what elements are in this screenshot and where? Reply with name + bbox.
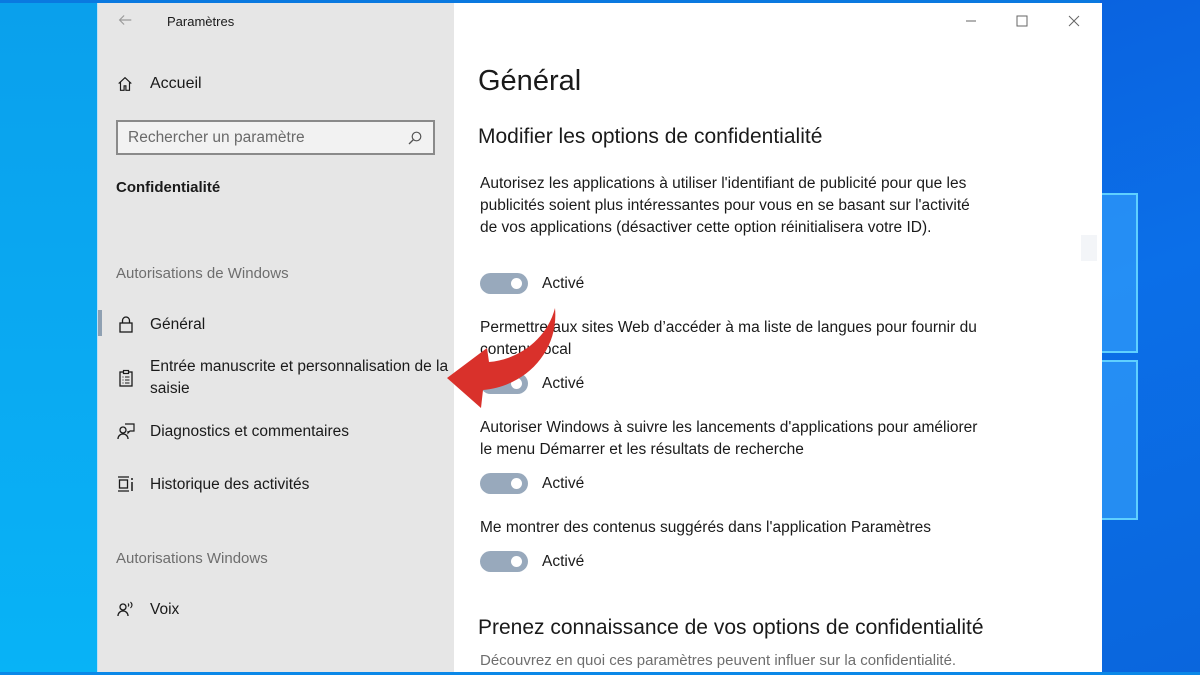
- sidebar-item-label: Général: [150, 316, 206, 333]
- windows-logo-pane: [1100, 360, 1138, 520]
- search-box[interactable]: [116, 120, 435, 155]
- toggle-state-label: Activé: [542, 552, 585, 570]
- search-icon[interactable]: [407, 130, 423, 146]
- section-title: Confidentialité: [116, 179, 221, 196]
- close-button[interactable]: [1059, 9, 1089, 33]
- option-description: Autorisez les applications à utiliser l'…: [480, 175, 970, 236]
- option-description: Permettre aux sites Web d’accéder à ma l…: [480, 319, 977, 358]
- page-title: Général: [478, 65, 582, 97]
- home-icon: [118, 76, 132, 91]
- sidebar-item-voice[interactable]: Voix: [116, 599, 452, 621]
- back-button[interactable]: [116, 11, 136, 31]
- sidebar-item-home[interactable]: Accueil: [116, 75, 202, 93]
- group-label: Autorisations de Windows: [116, 265, 289, 282]
- minimize-icon: [966, 20, 976, 22]
- app-title: Paramètres: [167, 14, 235, 29]
- search-input[interactable]: [128, 128, 407, 147]
- back-arrow-icon: [118, 15, 132, 25]
- toggle-knob: [511, 278, 522, 289]
- option-toggle-row: Activé: [480, 373, 584, 394]
- speech-person-icon: [117, 601, 133, 617]
- sidebar-item-inking-typing[interactable]: Entrée manuscrite et personnalisation de…: [116, 356, 456, 400]
- active-indicator: [98, 310, 102, 336]
- group-label: Autorisations Windows: [116, 550, 268, 567]
- clipboard-list-icon: [119, 369, 133, 387]
- lock-icon: [119, 316, 133, 333]
- advertising-id-toggle[interactable]: [480, 273, 528, 294]
- option-description: Autoriser Windows à suivre les lancement…: [480, 419, 978, 458]
- language-list-toggle[interactable]: [480, 373, 528, 394]
- toggle-state-label: Activé: [542, 274, 585, 292]
- toggle-state-label: Activé: [542, 474, 585, 492]
- suggested-content-toggle[interactable]: [480, 551, 528, 572]
- toggle-knob: [511, 556, 522, 567]
- scrollbar[interactable]: [1081, 235, 1097, 261]
- option-description: Me montrer des contenus suggérés dans l'…: [480, 519, 931, 536]
- option-toggle-row: Activé: [480, 551, 584, 572]
- close-icon: [1068, 15, 1080, 27]
- sidebar-item-label: Voix: [150, 601, 180, 618]
- windows-logo-pane: [1100, 193, 1138, 353]
- sidebar-item-label: Entrée manuscrite et personnalisation de…: [150, 358, 449, 397]
- toggle-knob: [511, 478, 522, 489]
- app-launch-tracking-toggle[interactable]: [480, 473, 528, 494]
- sidebar-item-diagnostics[interactable]: Diagnostics et commentaires: [116, 421, 452, 443]
- main-content: Général Modifier les options de confiden…: [454, 3, 1102, 672]
- home-label: Accueil: [150, 75, 202, 92]
- sidebar-item-label: Diagnostics et commentaires: [150, 423, 349, 440]
- toggle-state-label: Activé: [542, 374, 585, 392]
- option-toggle-row: Activé: [480, 473, 584, 494]
- section-description: Découvrez en quoi ces paramètres peuvent…: [480, 652, 957, 669]
- maximize-button[interactable]: [1007, 9, 1037, 33]
- settings-window: Paramètres Accueil Confidentialité Autor…: [97, 3, 1102, 672]
- maximize-icon: [1016, 15, 1028, 27]
- section-heading: Prenez connaissance de vos options de co…: [478, 616, 984, 639]
- option-toggle-row: Activé: [480, 273, 584, 294]
- minimize-button[interactable]: [956, 9, 986, 33]
- sidebar-item-activity-history[interactable]: Historique des activités: [116, 474, 452, 496]
- sidebar: Paramètres Accueil Confidentialité Autor…: [98, 3, 454, 672]
- feedback-person-icon: [117, 423, 135, 440]
- sidebar-item-general[interactable]: Général: [116, 314, 452, 336]
- section-heading: Modifier les options de confidentialité: [478, 125, 823, 148]
- sidebar-item-label: Historique des activités: [150, 476, 310, 493]
- timeline-icon: [118, 476, 133, 492]
- toggle-knob: [511, 378, 522, 389]
